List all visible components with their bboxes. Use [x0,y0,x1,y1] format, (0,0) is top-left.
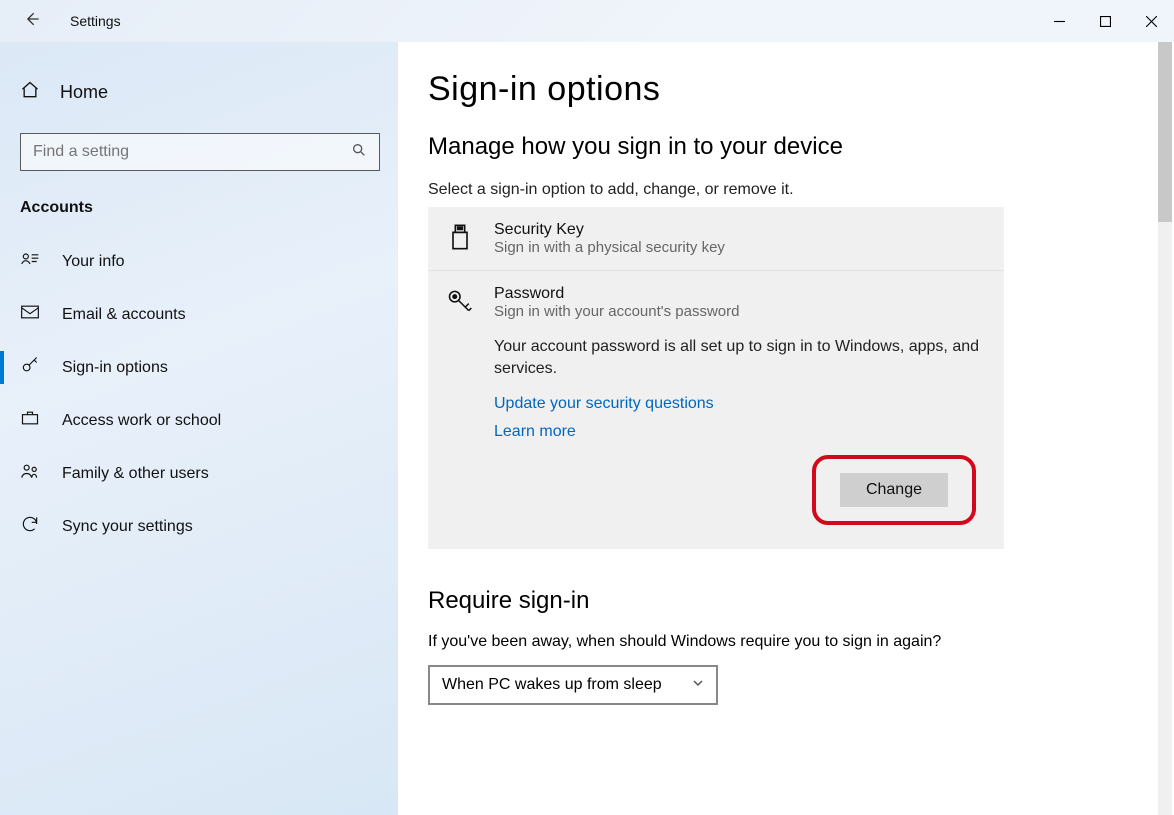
page-title: Sign-in options [428,70,1144,109]
change-button[interactable]: Change [840,473,948,507]
titlebar: Settings [0,0,1174,42]
sidebar-item-label: Your info [62,253,125,271]
maximize-button[interactable] [1082,0,1128,42]
require-signin-value: When PC wakes up from sleep [442,676,662,694]
manage-heading: Manage how you sign in to your device [428,133,1144,161]
back-button[interactable] [22,9,42,34]
home-icon [20,80,40,105]
sync-icon [20,514,40,539]
family-icon [20,461,40,486]
sidebar-home[interactable]: Home [0,70,398,115]
minimize-button[interactable] [1036,0,1082,42]
option-password[interactable]: Password Sign in with your account's pas… [428,270,1004,549]
user-card-icon [20,249,40,274]
sidebar-home-label: Home [60,82,108,103]
sidebar-item-email-accounts[interactable]: Email & accounts [0,288,398,341]
link-learn-more[interactable]: Learn more [494,423,986,441]
sidebar-item-label: Sync your settings [62,518,193,536]
sidebar-category: Accounts [0,171,398,235]
option-security-key[interactable]: Security Key Sign in with a physical sec… [428,207,1004,270]
sidebar-item-family-users[interactable]: Family & other users [0,447,398,500]
password-body: Your account password is all set up to s… [494,336,986,381]
password-key-icon [446,285,474,320]
sidebar-item-work-school[interactable]: Access work or school [0,394,398,447]
app-title: Settings [70,13,121,29]
sidebar-item-signin-options[interactable]: Sign-in options [0,341,398,394]
manage-desc: Select a sign-in option to add, change, … [428,181,1144,199]
sidebar-item-label: Access work or school [62,412,221,430]
content: Sign-in options Manage how you sign in t… [398,42,1174,815]
require-signin-select[interactable]: When PC wakes up from sleep [428,665,718,705]
chevron-down-icon [692,676,704,694]
search-input[interactable] [33,143,334,161]
option-title: Password [494,285,740,303]
sidebar-item-label: Family & other users [62,465,209,483]
usb-key-icon [446,221,474,256]
sidebar-item-sync-settings[interactable]: Sync your settings [0,500,398,553]
require-desc: If you've been away, when should Windows… [428,633,1144,651]
sidebar-item-label: Email & accounts [62,306,186,324]
sidebar-item-label: Sign-in options [62,359,168,377]
scrollbar-thumb[interactable] [1158,42,1172,222]
mail-icon [20,302,40,327]
require-heading: Require sign-in [428,587,1144,615]
highlight-annotation: Change [812,455,976,525]
option-sub: Sign in with your account's password [494,303,740,320]
sidebar-search[interactable] [20,133,380,171]
briefcase-icon [20,408,40,433]
close-button[interactable] [1128,0,1174,42]
option-sub: Sign in with a physical security key [494,239,725,256]
sidebar: Home Accounts Your info [0,42,398,815]
option-title: Security Key [494,221,725,239]
key-icon [20,355,40,380]
sidebar-item-your-info[interactable]: Your info [0,235,398,288]
search-icon [351,142,367,163]
link-security-questions[interactable]: Update your security questions [494,395,986,413]
